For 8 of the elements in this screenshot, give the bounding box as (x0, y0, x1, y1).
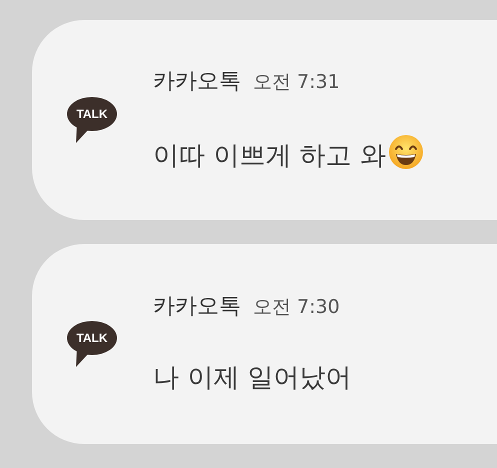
app-name: 카카오톡 (153, 293, 241, 321)
message-text: 나 이제 일어났어 (153, 362, 352, 395)
notification-time: 오전 7:31 (253, 70, 340, 94)
message-text: 이따 이쁘게 하고 와 (153, 134, 424, 176)
notification-time: 오전 7:30 (253, 295, 340, 320)
notification-card[interactable]: TALK 카카오톡 오전 7:31 이따 이쁘게 하고 와 (32, 20, 497, 220)
app-name: 카카오톡 (153, 68, 241, 96)
notification-card[interactable]: TALK 카카오톡 오전 7:30 나 이제 일어났어 (32, 244, 497, 444)
